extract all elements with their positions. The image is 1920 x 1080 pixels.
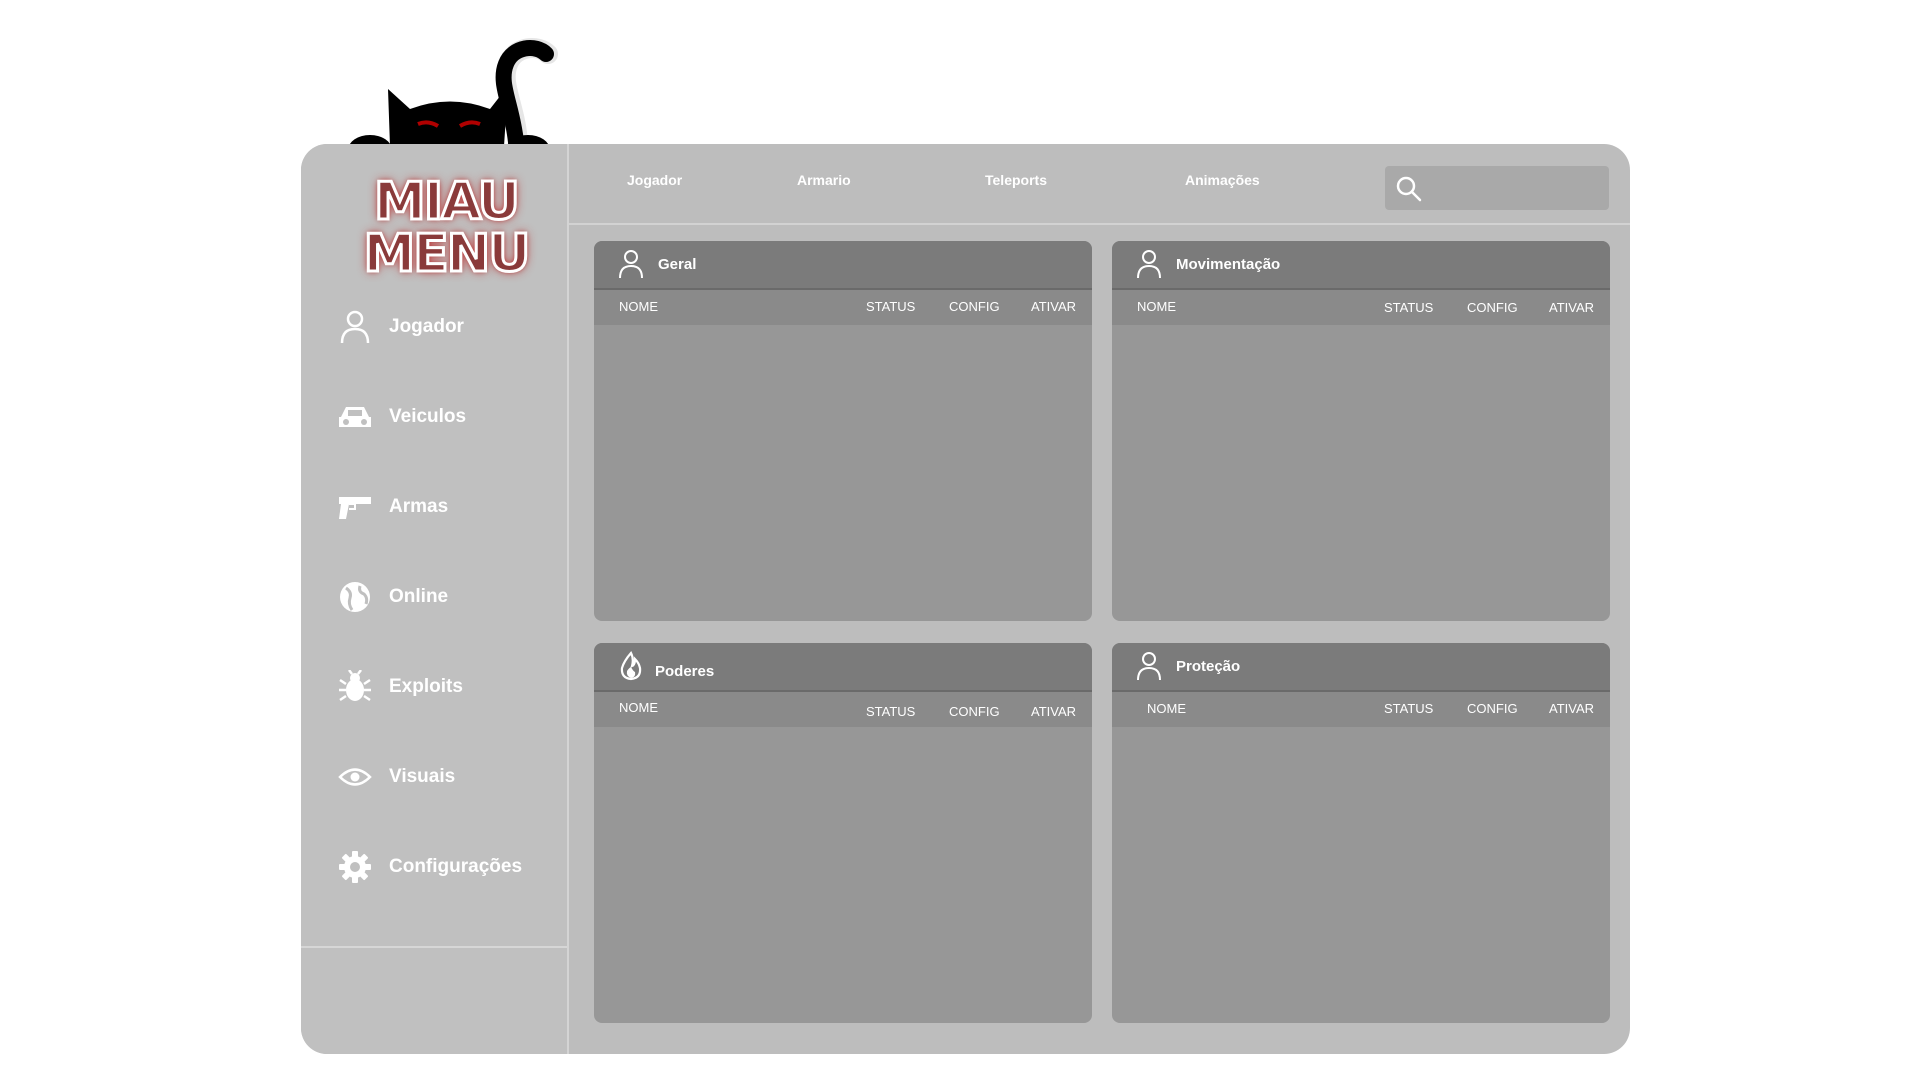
column-nome: NOME — [619, 299, 658, 314]
fire-icon — [618, 651, 644, 686]
sidebar-item-configuracoes[interactable]: Configurações — [337, 844, 557, 890]
user-icon — [1136, 651, 1162, 686]
sidebar-item-visuais[interactable]: Visuais — [337, 754, 557, 800]
panel-poderes: Poderes NOME STATUS CONFIG ATIVAR — [594, 643, 1092, 1023]
sidebar-item-label: Jogador — [389, 316, 464, 337]
tab-armario[interactable]: Armario — [797, 172, 851, 188]
sidebar-item-label: Visuais — [389, 766, 456, 787]
user-icon — [337, 309, 373, 345]
column-nome: NOME — [619, 700, 658, 715]
panel-column-headers: NOME STATUS CONFIG ATIVAR — [1112, 290, 1610, 325]
panel-column-headers: NOME STATUS CONFIG ATIVAR — [1112, 692, 1610, 727]
search-box[interactable] — [1385, 166, 1609, 210]
user-icon — [618, 249, 644, 284]
column-config: CONFIG — [949, 704, 1000, 719]
menu-window: MIAU MENU Jogador Veiculos Armas Online … — [301, 144, 1630, 1054]
column-config: CONFIG — [949, 299, 1000, 314]
panel-protecao: Proteção NOME STATUS CONFIG ATIVAR — [1112, 643, 1610, 1023]
column-ativar: ATIVAR — [1031, 299, 1077, 314]
gear-icon — [337, 849, 373, 885]
panel-movimentacao: Movimentação NOME STATUS CONFIG ATIVAR — [1112, 241, 1610, 621]
panel-title: Poderes — [655, 663, 715, 680]
column-ativar: ATIVAR — [1549, 701, 1595, 716]
sidebar-divider — [301, 946, 567, 948]
sidebar-item-online[interactable]: Online — [337, 574, 557, 620]
logo-line-1: MIAU — [373, 172, 522, 232]
bug-icon — [337, 669, 373, 705]
panel-column-headers: NOME STATUS CONFIG ATIVAR — [594, 290, 1092, 325]
logo: MIAU MENU — [351, 172, 541, 286]
column-config: CONFIG — [1467, 701, 1518, 716]
sidebar-item-armas[interactable]: Armas — [337, 484, 557, 530]
sidebar-item-veiculos[interactable]: Veiculos — [337, 394, 557, 440]
tab-teleports[interactable]: Teleports — [985, 172, 1047, 188]
panel-title: Proteção — [1176, 658, 1241, 675]
globe-icon — [337, 579, 373, 615]
panel-header: Proteção — [1112, 643, 1610, 692]
sidebar-item-label: Configurações — [389, 856, 523, 877]
column-status: STATUS — [866, 704, 916, 719]
eye-icon — [337, 759, 373, 795]
search-input[interactable] — [1433, 174, 1597, 204]
column-status: STATUS — [866, 299, 916, 314]
user-icon — [1136, 249, 1162, 284]
panel-column-headers: NOME STATUS CONFIG ATIVAR — [594, 692, 1092, 727]
panel-title: Movimentação — [1176, 256, 1281, 273]
column-config: CONFIG — [1467, 300, 1518, 315]
sidebar-item-exploits[interactable]: Exploits — [337, 664, 557, 710]
sidebar-item-label: Online — [389, 586, 449, 607]
logo-line-2: MENU — [362, 224, 532, 284]
sidebar-item-label: Veiculos — [389, 406, 467, 427]
car-icon — [337, 399, 373, 435]
column-ativar: ATIVAR — [1031, 704, 1077, 719]
column-ativar: ATIVAR — [1549, 300, 1595, 315]
gun-icon — [337, 489, 373, 525]
panel-title: Geral — [658, 256, 697, 273]
topbar: Jogador Armario Teleports Animações — [569, 144, 1630, 225]
panel-header: Poderes — [594, 643, 1092, 692]
panel-header: Geral — [594, 241, 1092, 290]
column-status: STATUS — [1384, 300, 1434, 315]
sidebar-item-label: Exploits — [389, 676, 463, 697]
sidebar: MIAU MENU Jogador Veiculos Armas Online … — [301, 144, 569, 1054]
sidebar-item-label: Armas — [389, 496, 449, 517]
search-icon[interactable] — [1395, 175, 1423, 208]
panel-geral: Geral NOME STATUS CONFIG ATIVAR — [594, 241, 1092, 621]
column-nome: NOME — [1147, 701, 1186, 716]
column-nome: NOME — [1137, 299, 1176, 314]
tab-animacoes[interactable]: Animações — [1185, 172, 1260, 188]
tab-jogador[interactable]: Jogador — [627, 172, 682, 188]
sidebar-item-jogador[interactable]: Jogador — [337, 304, 557, 350]
column-status: STATUS — [1384, 701, 1434, 716]
panel-header: Movimentação — [1112, 241, 1610, 290]
